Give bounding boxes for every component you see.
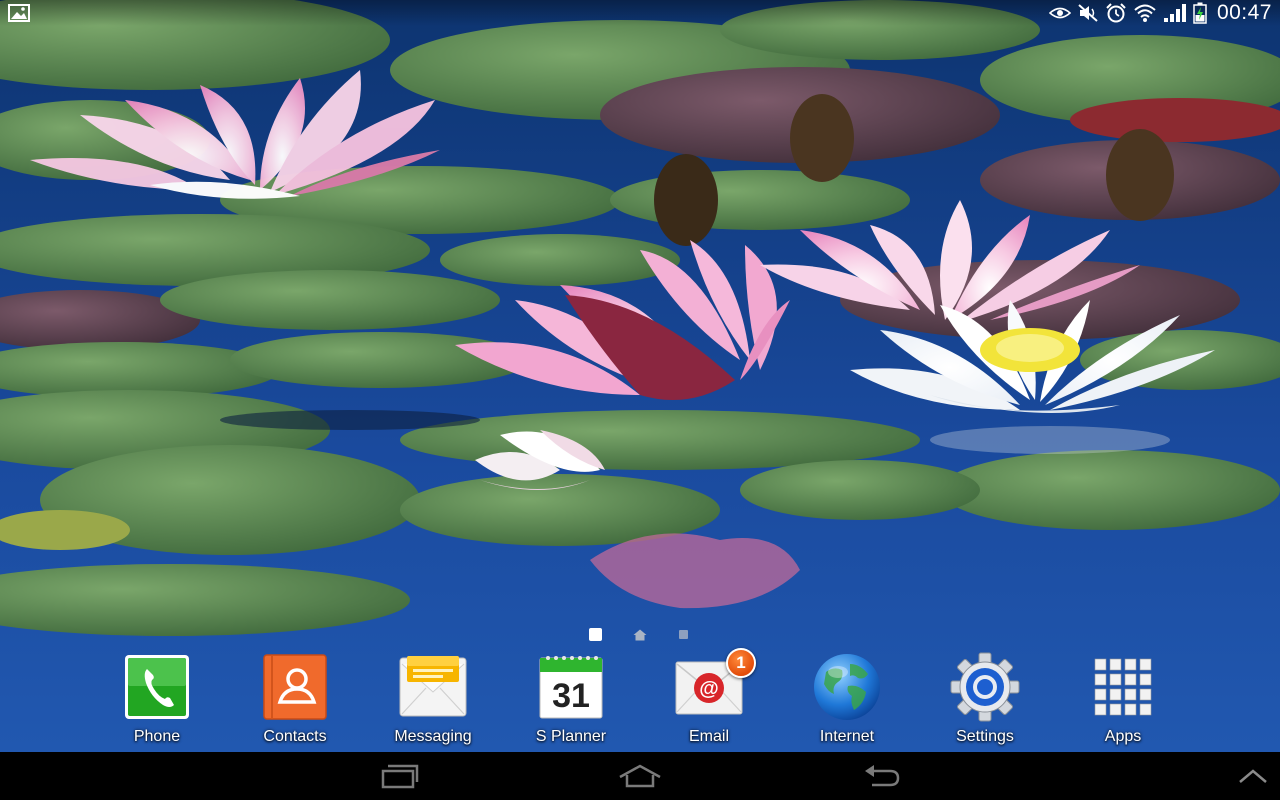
- smart-stay-eye-icon: [1048, 7, 1071, 19]
- calendar-icon: 31: [536, 652, 606, 722]
- dock-app-apps[interactable]: Apps: [1063, 652, 1183, 748]
- navigation-bar: [0, 752, 1280, 800]
- globe-icon: [812, 652, 882, 722]
- dock-label-s-planner: S Planner: [535, 728, 607, 745]
- dock-app-s-planner[interactable]: 31 S Planner: [511, 652, 631, 748]
- dock-app-email[interactable]: @ 1 Email: [649, 648, 769, 748]
- page-indicator[interactable]: [587, 626, 697, 644]
- dock-label-internet: Internet: [819, 728, 875, 745]
- dock-app-settings[interactable]: Settings: [925, 652, 1045, 748]
- dock-label-messaging: Messaging: [394, 728, 472, 745]
- recent-apps-icon: [381, 764, 419, 789]
- battery-charging-icon: [1193, 2, 1207, 24]
- back-button[interactable]: [842, 752, 922, 800]
- back-icon: [865, 765, 900, 787]
- email-icon: @ 1: [674, 648, 756, 722]
- mute-icon: [1078, 4, 1098, 22]
- status-bar[interactable]: 00:47: [0, 0, 1280, 26]
- calendar-date-text: 31: [552, 677, 590, 715]
- alarm-icon: [1106, 3, 1126, 23]
- gear-icon: [950, 652, 1020, 722]
- page-dot[interactable]: [679, 630, 688, 639]
- messaging-icon: [398, 652, 468, 722]
- gallery-notification-icon[interactable]: [8, 3, 30, 23]
- svg-text:@: @: [699, 678, 719, 700]
- chevron-up-icon: [1239, 769, 1267, 783]
- dock-label-contacts: Contacts: [263, 728, 327, 745]
- email-unread-badge: 1: [726, 648, 756, 678]
- apps-grid-icon: [1088, 652, 1158, 722]
- expand-button[interactable]: [1226, 752, 1280, 800]
- app-dock: Phone Contacts Messaging 31 S Planner @ …: [0, 648, 1280, 752]
- dock-label-settings: Settings: [956, 728, 1014, 745]
- dock-label-email: Email: [688, 728, 729, 745]
- dock-app-internet[interactable]: Internet: [787, 652, 907, 748]
- dock-label-phone: Phone: [133, 728, 181, 745]
- home-page-indicator-icon[interactable]: [633, 629, 647, 641]
- recent-apps-button[interactable]: [360, 752, 440, 800]
- status-clock: 00:47: [1216, 1, 1272, 24]
- home-icon: [619, 764, 661, 788]
- wifi-icon: [1134, 4, 1156, 22]
- phone-icon: [122, 652, 192, 722]
- dock-app-contacts[interactable]: Contacts: [235, 652, 355, 748]
- contacts-icon: [260, 652, 330, 722]
- status-icons: 00:47: [1048, 1, 1272, 24]
- home-button[interactable]: [600, 752, 680, 800]
- signal-icon: [1163, 4, 1186, 22]
- dock-app-messaging[interactable]: Messaging: [373, 652, 493, 748]
- dock-app-phone[interactable]: Phone: [97, 652, 217, 748]
- dock-label-apps: Apps: [1104, 728, 1142, 745]
- page-dot-current[interactable]: [589, 628, 602, 641]
